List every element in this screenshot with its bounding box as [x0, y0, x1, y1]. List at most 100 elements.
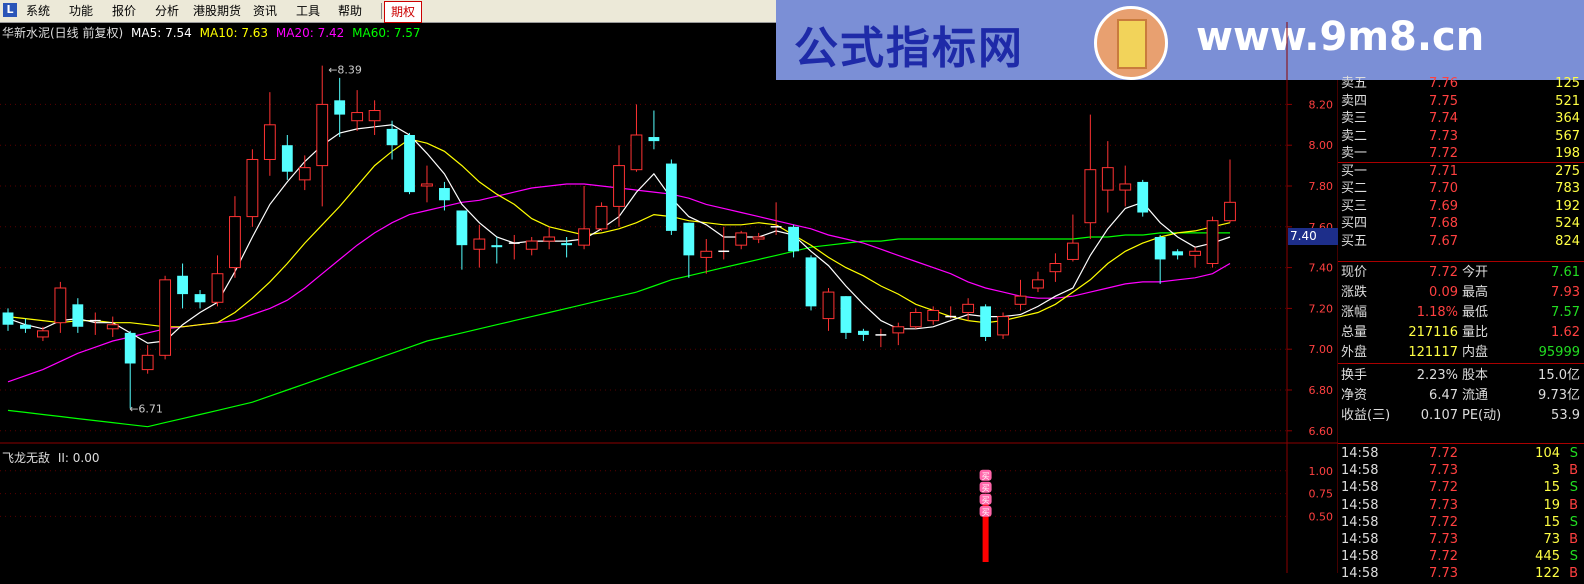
- candle-up-body: [1066, 242, 1079, 260]
- candle-up-body: [1084, 169, 1097, 224]
- candle-down-body: [648, 137, 660, 142]
- candle-up-body: [351, 112, 364, 122]
- stat-value: 7.61: [1551, 265, 1580, 280]
- fund-label: 收益(三): [1341, 408, 1391, 423]
- fund-label: 净资: [1341, 388, 1368, 403]
- order-book-row: 买五 7.67 824: [1338, 232, 1584, 252]
- candle-down-body: [840, 296, 852, 333]
- candle-up-body: [909, 311, 922, 328]
- quote-stat-row: 总量 217116 量比 1.62: [1338, 323, 1584, 343]
- candle-up-body: [822, 291, 835, 320]
- stat-label: 涨跌: [1341, 285, 1368, 300]
- candle-up-body: [613, 165, 625, 207]
- fundamental-row: 收益(三) 0.107 PE(动) 53.9: [1338, 406, 1584, 426]
- candle-up-body: [316, 103, 329, 167]
- fund-label: 流通: [1462, 388, 1489, 403]
- indicator-value: II: 0.00: [57, 451, 100, 465]
- stat-value: 1.62: [1551, 325, 1580, 340]
- tick-volume: 122: [1535, 566, 1560, 582]
- stat-value: 7.72: [1429, 265, 1458, 280]
- current-price-tag: 7.40: [1288, 228, 1338, 245]
- candle-down-body: [665, 163, 677, 231]
- candle-up-body: [246, 158, 259, 218]
- candle-up-body: [578, 228, 590, 246]
- chart-title-row: 华新水泥(日线 前复权) MA5: 7.54 MA10: 7.63 MA20: …: [2, 24, 425, 41]
- candle-down-body: [980, 306, 992, 337]
- stat-value: 7.57: [1551, 305, 1580, 320]
- fund-value: 0.107: [1420, 408, 1458, 423]
- stat-label: 今开: [1462, 265, 1489, 280]
- quote-side-panel: 卖五 7.76 125 卖四 7.75 521 卖三 7.74 364 卖二 7.73 567 卖一 7.…: [1338, 76, 1584, 581]
- candle-down-body: [177, 275, 188, 295]
- candle-down-body: [456, 210, 468, 246]
- candle-up-body: [211, 273, 224, 303]
- kline-chart[interactable]: 8.208.007.807.607.407.207.006.806.601.00…: [0, 0, 1338, 573]
- candle-down-body: [281, 145, 293, 172]
- candle-up-body: [525, 240, 538, 250]
- candle-up-body: [1101, 167, 1114, 191]
- price-tick-label: 7.80: [1309, 180, 1334, 193]
- candle-down-body: [805, 257, 817, 307]
- candle-down-body: [72, 304, 84, 327]
- candle-up-body: [543, 236, 556, 242]
- price-tick-label: 7.20: [1309, 302, 1334, 315]
- candle-up-body: [1206, 220, 1219, 265]
- signal-badge-label: 买: [982, 496, 990, 505]
- price-tick-label: 7.40: [1309, 262, 1334, 275]
- low-mark-label: ←6.71: [129, 402, 163, 415]
- candle-down-body: [1154, 237, 1166, 260]
- quote-stat-row: 外盘 121117 内盘 95999: [1338, 343, 1584, 363]
- price-tick-label: 6.80: [1309, 384, 1334, 397]
- tick-row: 14:58 7.73 122 B: [1338, 564, 1584, 584]
- candle-down-body: [788, 226, 799, 252]
- candle-up-body: [1119, 183, 1132, 191]
- candle-up-body: [1224, 201, 1236, 222]
- indicator-tick-label: 1.00: [1309, 465, 1334, 478]
- candle-up-body: [106, 324, 119, 330]
- tick-side: B: [1569, 566, 1578, 582]
- candle-down-body: [439, 188, 450, 201]
- stock-title: 华新水泥(日线 前复权): [2, 26, 124, 40]
- price-tick-label: 6.60: [1309, 425, 1334, 438]
- fund-label: 换手: [1341, 368, 1368, 383]
- candle-up-body: [997, 316, 1009, 336]
- order-book-label: 买五: [1341, 233, 1368, 249]
- fund-value: 53.9: [1551, 408, 1580, 423]
- indicator-name: 飞龙无敌: [2, 451, 51, 465]
- indicator-tick-label: 0.75: [1309, 488, 1334, 501]
- candle-down-body: [1172, 251, 1184, 256]
- candle-up-body: [298, 167, 311, 181]
- candle-up-body: [37, 330, 49, 338]
- candle-up-body: [421, 183, 433, 187]
- candle-up-body: [1014, 295, 1027, 305]
- ma10-label: MA10: 7.63: [199, 26, 269, 40]
- order-book-price: 7.67: [1429, 233, 1458, 249]
- ma5-label: MA5: 7.54: [131, 26, 192, 40]
- quote-stat-row: 涨跌 0.09 最高 7.93: [1338, 283, 1584, 303]
- candle-up-body: [141, 354, 154, 371]
- candle-up-body: [927, 309, 940, 322]
- candle-down-body: [2, 312, 14, 325]
- candle-up-body: [630, 134, 643, 171]
- fundamentals-divider: [1338, 363, 1584, 364]
- quote-stat-row: 涨幅 1.18% 最低 7.57: [1338, 303, 1584, 323]
- signal-badge-label: 买: [982, 472, 990, 481]
- candle-down-body: [1137, 181, 1149, 213]
- candle-up-body: [54, 287, 67, 324]
- candle-up-body: [735, 232, 748, 246]
- tick-price: 7.73: [1429, 566, 1458, 582]
- candle-down-body: [20, 324, 31, 329]
- candle-up-body: [368, 110, 381, 122]
- stat-label: 量比: [1462, 325, 1489, 340]
- candle-down-body: [124, 332, 136, 364]
- signal-badge-label: 买: [982, 484, 990, 493]
- candle-up-body: [892, 326, 905, 334]
- candle-up-body: [1049, 263, 1062, 273]
- order-book-divider: [1338, 162, 1584, 163]
- ma20-label: MA20: 7.42: [275, 26, 345, 40]
- stat-label: 最高: [1462, 285, 1489, 300]
- stat-value: 217116: [1408, 325, 1458, 340]
- stat-label: 涨幅: [1341, 305, 1368, 320]
- candle-up-body: [1032, 279, 1044, 289]
- candle-down-body: [386, 128, 398, 146]
